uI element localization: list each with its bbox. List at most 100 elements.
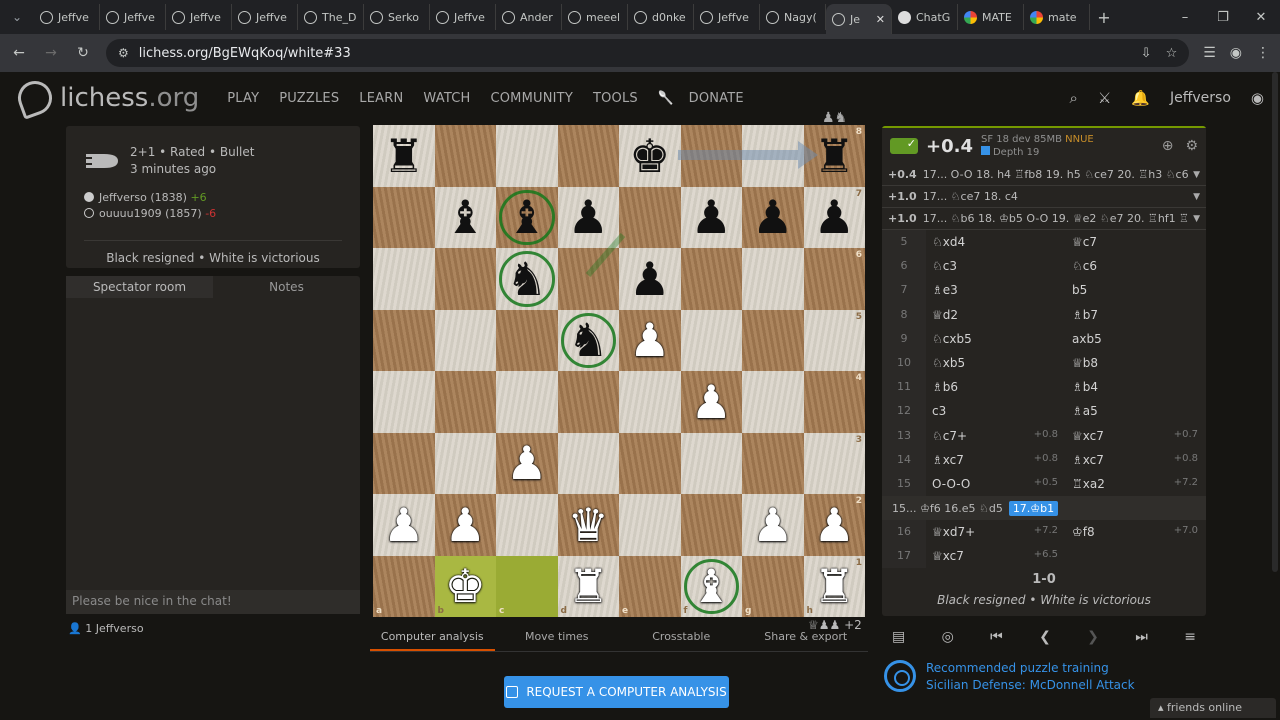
site-logo[interactable]: lichess.org	[60, 83, 199, 113]
notifications-bell-icon[interactable]: 🔔	[1131, 89, 1150, 107]
white-move[interactable]: O-O-O +0.5	[926, 477, 1066, 491]
white-move[interactable]: ♗xc7 +0.8	[926, 453, 1066, 467]
nav-community[interactable]: COMMUNITY	[480, 91, 583, 106]
minimize-icon[interactable]: –	[1166, 10, 1204, 25]
white-move[interactable]: ♕xd7+ +7.2	[926, 525, 1066, 539]
browser-tab[interactable]: Je ✕	[826, 4, 892, 34]
black-move[interactable]: ♗b4	[1066, 380, 1206, 394]
browser-tab[interactable]: mate	[1024, 4, 1090, 30]
next-move-icon[interactable]: ❯	[1087, 629, 1099, 645]
nav-watch[interactable]: WATCH	[413, 91, 480, 106]
black-move[interactable]: ♘c6	[1066, 259, 1206, 273]
browser-tab[interactable]: Jeffve	[232, 4, 298, 30]
profile-icon[interactable]: ◉	[1230, 45, 1242, 61]
browser-tab[interactable]: Jeffve	[694, 4, 760, 30]
browser-tab[interactable]: Serko	[364, 4, 430, 30]
white-move[interactable]: ♘c7+ +0.8	[926, 429, 1066, 443]
white-move[interactable]: ♘c3	[926, 259, 1066, 273]
browser-tab[interactable]: d0nke	[628, 4, 694, 30]
black-move[interactable]: ♗xc7 +0.8	[1066, 453, 1206, 467]
browser-tab[interactable]: ChatG	[892, 4, 958, 30]
spectator-name[interactable]: Jeffverso	[96, 622, 144, 635]
gear-icon[interactable]: ⚙	[1185, 138, 1198, 154]
black-move[interactable]: ♕c7	[1066, 235, 1206, 249]
swords-icon[interactable]: ⚔	[1098, 89, 1111, 107]
page-scrollbar[interactable]	[1272, 72, 1278, 572]
forward-icon[interactable]: →	[42, 45, 60, 61]
expand-caret-icon[interactable]: ▼	[1193, 214, 1200, 224]
black-move[interactable]: ♕xc7 +0.7	[1066, 429, 1206, 443]
browser-tab[interactable]: Jeffve	[100, 4, 166, 30]
menu-icon[interactable]: ≡	[1184, 629, 1196, 645]
nav-play[interactable]: PLAY	[217, 91, 269, 106]
close-tab-icon[interactable]: ✕	[876, 13, 885, 26]
tab-crosstable[interactable]: Crosstable	[619, 630, 744, 651]
engine-line[interactable]: +1.0 17... ♘b6 18. ♔b5 O-O 19. ♕e2 ♘e7 20…	[882, 208, 1206, 230]
engine-line[interactable]: +0.4 17... O-O 18. h4 ♖fb8 19. h5 ♘ce7 20…	[882, 164, 1206, 186]
tab-search-icon[interactable]: ⌄	[0, 0, 34, 34]
reading-list-icon[interactable]: ☰	[1203, 45, 1216, 61]
browser-tab[interactable]: The_D	[298, 4, 364, 30]
back-icon[interactable]: ←	[10, 45, 28, 61]
chat-input[interactable]: Please be nice in the chat!	[66, 590, 360, 614]
nav-learn[interactable]: LEARN	[349, 91, 413, 106]
browser-tab[interactable]: Ander	[496, 4, 562, 30]
book-icon[interactable]: ▤	[892, 629, 905, 645]
close-window-icon[interactable]: ✕	[1242, 10, 1280, 25]
prev-move-icon[interactable]: ❮	[1039, 629, 1051, 645]
tab-share-export[interactable]: Share & export	[744, 630, 869, 651]
maximize-icon[interactable]: ❐	[1204, 10, 1242, 25]
black-move[interactable]: ♗b7	[1066, 308, 1206, 322]
lichess-logo-icon[interactable]	[13, 76, 57, 120]
friends-online-button[interactable]: ▴ friends online	[1150, 698, 1276, 718]
browser-menu-icon[interactable]: ⋮	[1256, 45, 1270, 61]
expand-caret-icon[interactable]: ▼	[1193, 170, 1200, 180]
browser-tab[interactable]: MATE	[958, 4, 1024, 30]
request-analysis-button[interactable]: REQUEST A COMPUTER ANALYSIS	[504, 676, 729, 708]
url-field[interactable]: ⚙ lichess.org/BgEWqKoq/white#33 ⇩ ☆	[106, 39, 1190, 67]
white-move[interactable]: ♗b6	[926, 380, 1066, 394]
tab-move-times[interactable]: Move times	[495, 630, 620, 651]
current-move[interactable]: 17.♔b1	[1008, 500, 1059, 516]
black-move[interactable]: ♕b8	[1066, 356, 1206, 370]
nav-puzzles[interactable]: PUZZLES	[269, 91, 349, 106]
bookmark-star-icon[interactable]: ☆	[1166, 46, 1178, 61]
puzzle-opening[interactable]: Sicilian Defense: McDonnell Attack	[926, 678, 1135, 692]
expand-caret-icon[interactable]: ▼	[1193, 192, 1200, 202]
black-move[interactable]: ♖xa2 +7.2	[1066, 477, 1206, 491]
white-move[interactable]: c3	[926, 404, 1066, 418]
white-move[interactable]: ♘xd4	[926, 235, 1066, 249]
puzzle-recommendation[interactable]: Recommended puzzle training Sicilian Def…	[884, 660, 1135, 692]
explorer-icon[interactable]: ◎	[942, 629, 954, 645]
browser-tab[interactable]: Nagy(	[760, 4, 826, 30]
variation-moves[interactable]: 15... ♔f6 16.e5 ♘d5	[892, 502, 1003, 515]
last-move-icon[interactable]: ⏭	[1135, 629, 1148, 645]
puzzle-title[interactable]: Recommended puzzle training	[926, 661, 1135, 675]
search-icon[interactable]: ⌕	[1069, 89, 1077, 107]
white-move[interactable]: ♕d2	[926, 308, 1066, 322]
black-player-name[interactable]: ouuuu1909 (1857)	[99, 207, 202, 220]
black-move[interactable]: b5	[1066, 283, 1206, 297]
white-move[interactable]: ♘xb5	[926, 356, 1066, 370]
target-icon[interactable]: ⊕	[1162, 138, 1174, 154]
reload-icon[interactable]: ↻	[74, 45, 92, 61]
black-move[interactable]: axb5	[1066, 332, 1206, 346]
white-move[interactable]: ♗e3	[926, 283, 1066, 297]
browser-tab[interactable]: Jeffve	[166, 4, 232, 30]
nav-donate[interactable]: 🥄 DONATE	[648, 91, 764, 106]
white-player-name[interactable]: Jeffverso (1838)	[99, 191, 187, 204]
install-app-icon[interactable]: ⇩	[1141, 46, 1152, 61]
black-move[interactable]: ♔f8 +7.0	[1066, 525, 1206, 539]
tab-spectator-room[interactable]: Spectator room	[66, 276, 213, 298]
user-menu[interactable]: Jeffverso	[1170, 90, 1231, 106]
site-info-icon[interactable]: ⚙	[118, 46, 129, 60]
white-move[interactable]: ♘cxb5	[926, 332, 1066, 346]
black-move[interactable]: ♗a5	[1066, 404, 1206, 418]
chess-board[interactable]: ♜ ♚ ♜ 8 ♝ ♝ ♟ ♟ ♟ ♟ 7 ♞ ♟ 6 ♞ ♟ 5 ♟ 4 ♟ 3 ♟ ♟ ♛ ♟ ♟ 2 a ♚ b c ♜ d e ♝ f g ♜ 1 h	[373, 125, 865, 617]
new-tab-button[interactable]: +	[1090, 8, 1118, 27]
browser-tab[interactable]: Jeffve	[34, 4, 100, 30]
first-move-icon[interactable]: ⏮	[990, 629, 1003, 645]
browser-tab[interactable]: meeel	[562, 4, 628, 30]
white-move[interactable]: ♕xc7 +6.5	[926, 549, 1066, 563]
settings-user-icon[interactable]: ◉	[1251, 89, 1264, 107]
